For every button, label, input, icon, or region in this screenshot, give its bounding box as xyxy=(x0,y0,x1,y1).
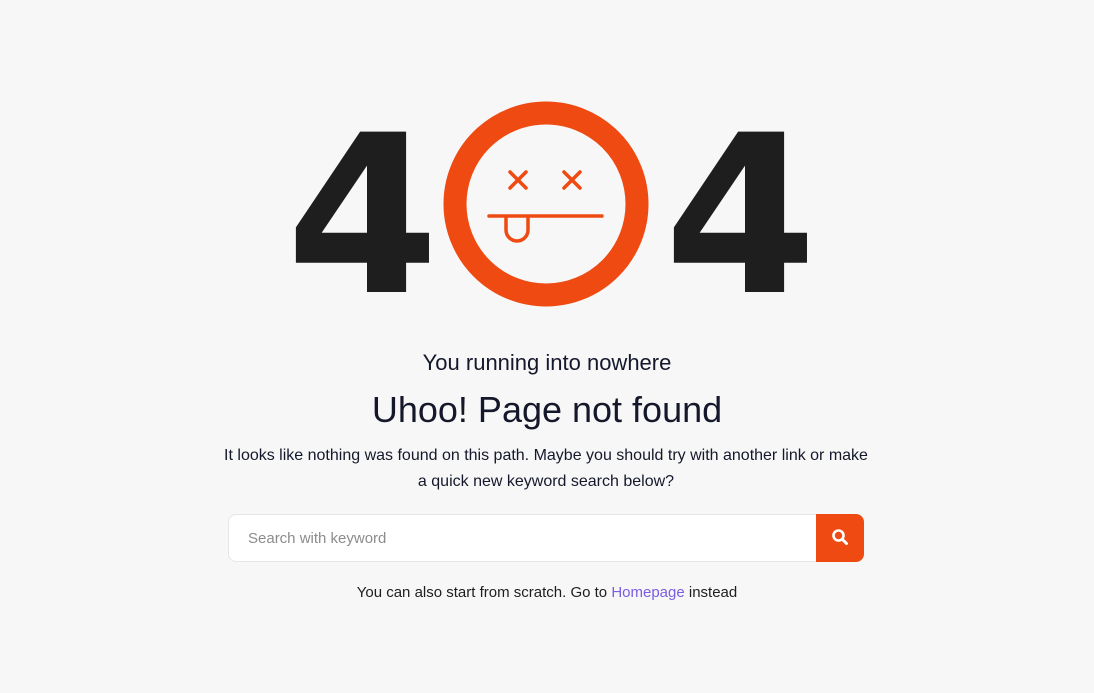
homepage-hint: You can also start from scratch. Go to H… xyxy=(0,584,1094,601)
error-digit-right: 4 xyxy=(664,88,818,344)
homepage-hint-suffix: instead xyxy=(688,584,738,601)
homepage-hint-prefix: You can also start from scratch. Go to xyxy=(356,584,608,601)
dead-face-icon xyxy=(442,100,650,308)
search-bar xyxy=(228,514,864,562)
error-digit-left: 4 xyxy=(286,88,440,344)
error-hero: 4 4 xyxy=(0,0,1094,330)
page-subtitle: You running into nowhere xyxy=(422,350,672,375)
homepage-link[interactable]: Homepage xyxy=(611,584,684,601)
search-input[interactable] xyxy=(228,514,816,562)
search-icon xyxy=(831,528,849,549)
page-title: Uhoo! Page not found xyxy=(371,389,723,430)
search-button[interactable] xyxy=(816,514,864,562)
page-description: It looks like nothing was found on this … xyxy=(224,447,868,490)
